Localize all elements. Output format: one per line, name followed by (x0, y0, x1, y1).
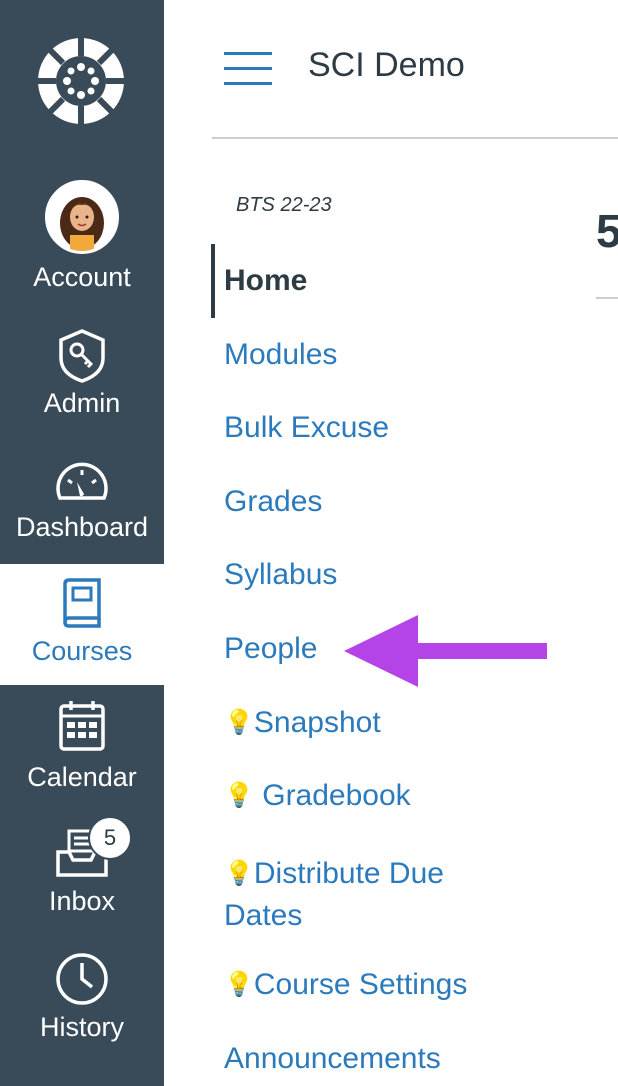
course-nav-announcements[interactable]: Announcements (224, 1042, 441, 1076)
course-nav-snapshot[interactable]: 💡Snapshot (224, 706, 381, 740)
course-nav-people[interactable]: People (224, 632, 317, 666)
annotation-arrow-icon (344, 615, 547, 687)
nav-item-label: Account (33, 262, 131, 292)
course-nav-bulk-excuse[interactable]: Bulk Excuse (224, 411, 389, 445)
content-divider (596, 297, 618, 299)
course-nav-course-settings[interactable]: 💡Course Settings (224, 968, 467, 1002)
speedometer-icon (56, 462, 108, 500)
course-nav-gradebook[interactable]: 💡 Gradebook (224, 779, 411, 813)
course-nav-distribute-due-dates[interactable]: 💡Distribute Due Dates (224, 853, 444, 937)
global-navigation: Account Admin Dashboard Courses Calendar… (0, 0, 164, 1086)
nav-item-label: History (39, 1012, 124, 1042)
course-nav-modules[interactable]: Modules (224, 338, 337, 372)
lightbulb-icon: 💡 (224, 709, 254, 736)
nav-item-courses[interactable]: Courses (0, 564, 164, 685)
nav-item-label: Courses (31, 636, 133, 666)
course-nav-syllabus[interactable]: Syllabus (224, 558, 337, 592)
active-indicator (211, 244, 215, 318)
nav-item-dashboard[interactable]: Dashboard (0, 462, 164, 543)
clock-icon (56, 953, 108, 1005)
lightbulb-icon: 💡 (224, 860, 254, 887)
shield-key-icon (59, 329, 105, 383)
course-title[interactable]: SCI Demo (308, 46, 465, 85)
nav-item-label: Calendar (27, 762, 137, 792)
course-nav-grades[interactable]: Grades (224, 485, 322, 519)
nav-item-label: Dashboard (15, 512, 149, 542)
lightbulb-icon: 💡 (224, 971, 254, 998)
canvas-logo-icon[interactable] (36, 36, 126, 126)
inbox-unread-badge: 5 (88, 816, 132, 860)
book-icon (63, 578, 101, 628)
hamburger-icon[interactable] (224, 52, 272, 86)
nav-item-history[interactable]: History (0, 952, 164, 1043)
course-nav-home[interactable]: Home (224, 264, 307, 298)
course-term: BTS 22-23 (236, 194, 332, 216)
nav-item-account[interactable]: Account (0, 180, 164, 293)
nav-item-label: Admin (43, 388, 121, 418)
nav-item-admin[interactable]: Admin (0, 328, 164, 419)
calendar-icon (59, 701, 105, 751)
nav-item-inbox[interactable]: Inbox (0, 828, 164, 917)
lightbulb-icon: 💡 (224, 782, 254, 809)
avatar (45, 180, 119, 254)
header-divider (212, 137, 618, 139)
nav-item-label: Inbox (48, 886, 116, 916)
nav-item-calendar[interactable]: Calendar (0, 700, 164, 793)
content-heading-partial: 5 (596, 205, 618, 257)
